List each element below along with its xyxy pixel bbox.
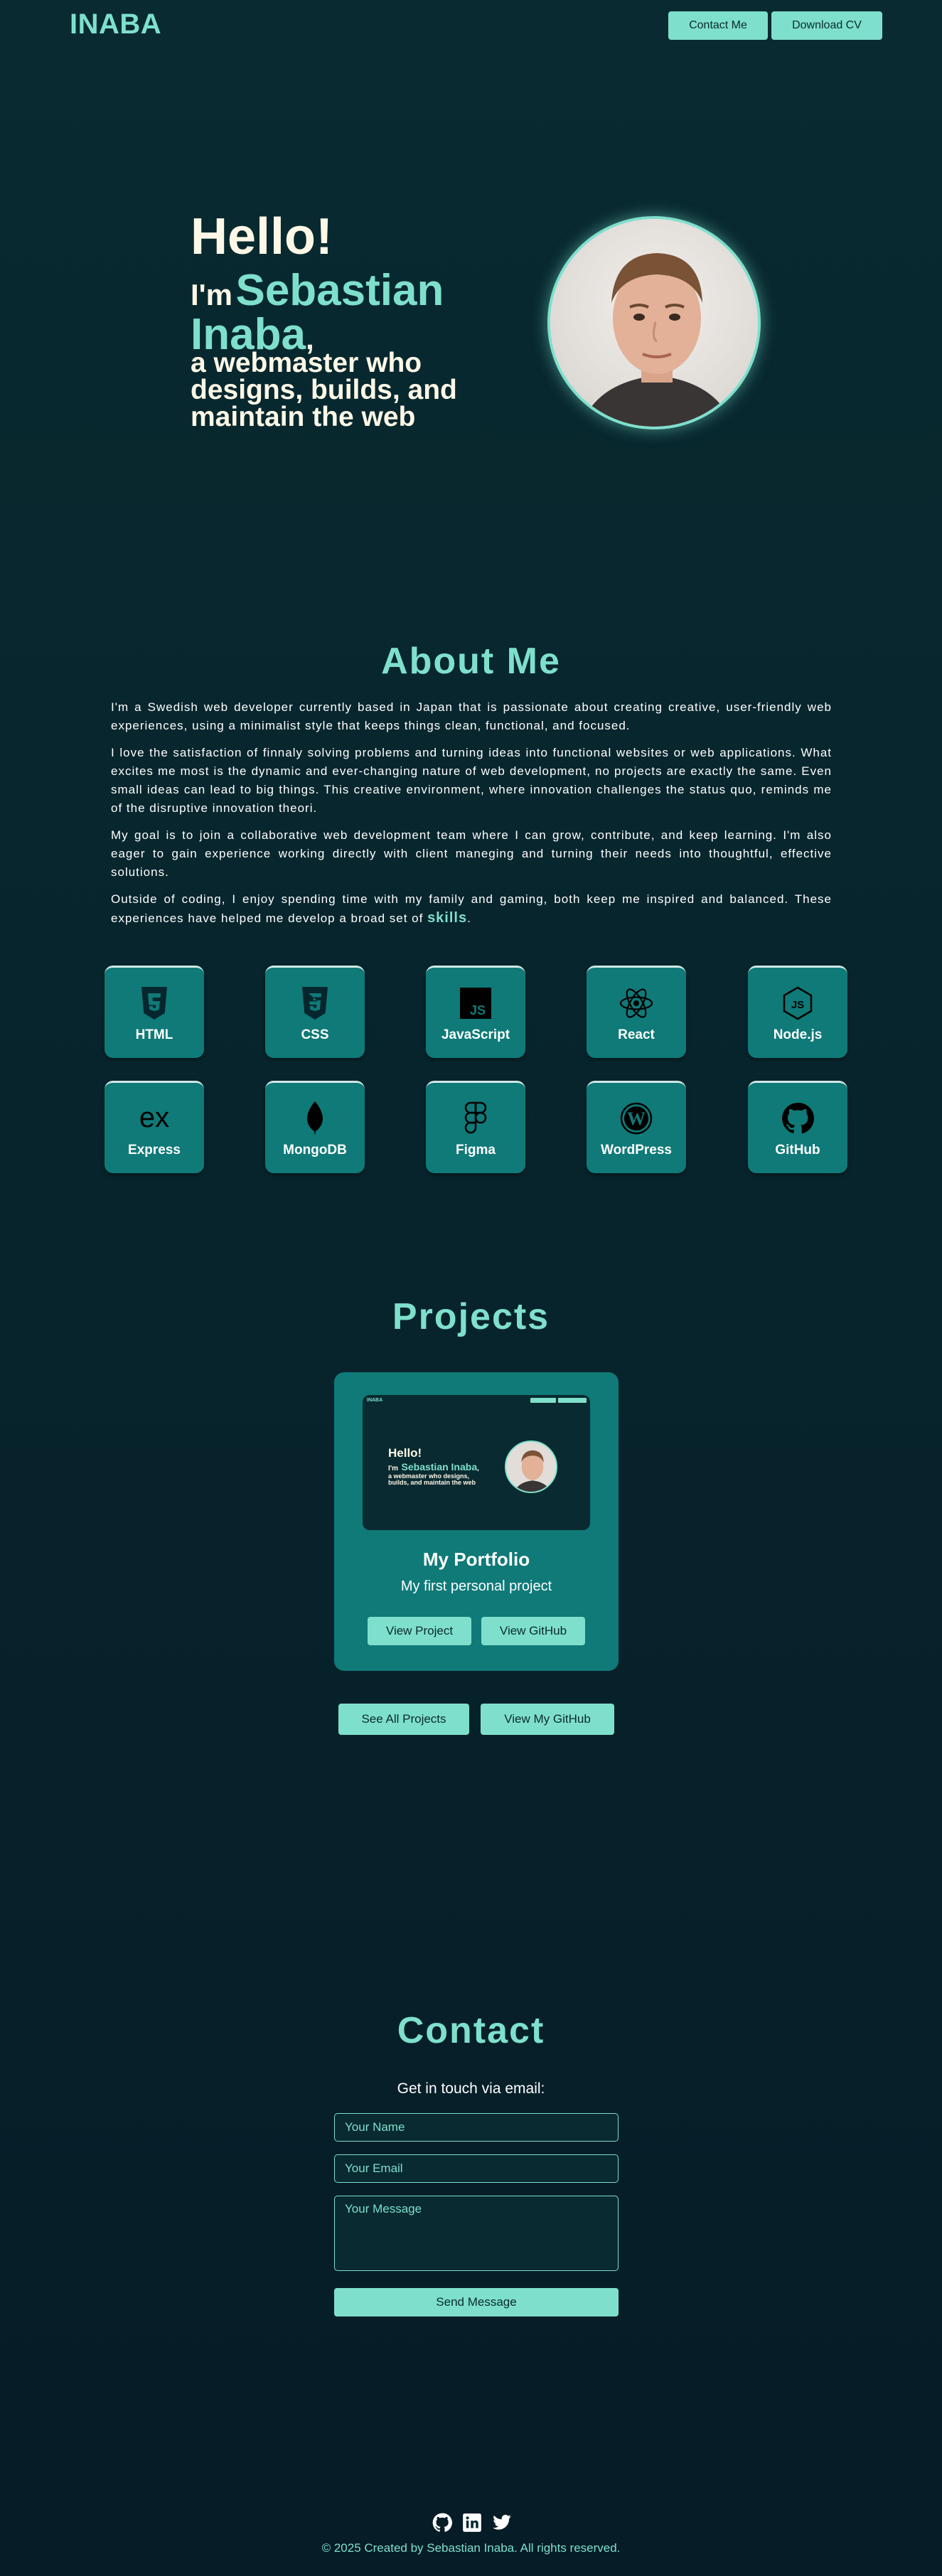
skill-card-react: React <box>587 966 686 1058</box>
hero-intro: I'm Sebastian Inaba, <box>191 269 489 357</box>
email-input[interactable] <box>334 2154 619 2183</box>
skill-card-html: HTML <box>105 966 204 1058</box>
skill-label: Figma <box>456 1143 496 1158</box>
about-paragraph-3: My goal is to join a collaborative web d… <box>111 828 832 879</box>
project-preview-image[interactable]: INABA Hello! I'm Sebastian Inaba, a webm… <box>363 1395 590 1530</box>
view-project-button[interactable]: View Project <box>368 1617 471 1645</box>
about-paragraph-1: I'm a Swedish web developer currently ba… <box>111 700 832 732</box>
name-input[interactable] <box>334 2113 619 2142</box>
contact-me-button[interactable]: Contact Me <box>668 11 768 40</box>
skill-card-figma: Figma <box>426 1081 525 1173</box>
svg-text:ex: ex <box>139 1104 169 1133</box>
skill-card-express: ex Express <box>105 1081 204 1173</box>
contact-subtitle: Get in touch via email: <box>397 2080 545 2097</box>
view-github-button[interactable]: View GitHub <box>481 1617 585 1645</box>
projects-title: Projects <box>392 1296 550 1337</box>
css3-icon <box>265 986 365 1020</box>
skill-label: Node.js <box>773 1027 823 1042</box>
about-text: I'm a Swedish web developer currently ba… <box>111 698 832 936</box>
svg-text:W: W <box>627 1108 646 1129</box>
svg-text:JS: JS <box>791 999 804 1011</box>
download-cv-button[interactable]: Download CV <box>771 11 882 40</box>
social-links <box>432 2513 518 2534</box>
skill-card-javascript: JS JavaScript <box>426 966 525 1058</box>
site-logo[interactable]: INABA <box>70 9 161 41</box>
skill-label: MongoDB <box>283 1143 347 1158</box>
about-title: About Me <box>381 641 561 682</box>
mongodb-icon <box>265 1101 365 1135</box>
about-paragraph-2: I love the satisfaction of finnaly solvi… <box>111 746 832 815</box>
javascript-icon: JS <box>426 986 525 1020</box>
skill-label: JavaScript <box>441 1027 510 1042</box>
message-input[interactable] <box>334 2196 619 2271</box>
svg-text:JS: JS <box>470 1003 486 1017</box>
github-icon <box>748 1101 847 1135</box>
express-icon: ex <box>105 1101 204 1135</box>
hero-im: I'm <box>191 278 233 311</box>
hero-hello: Hello! <box>191 208 333 265</box>
react-icon <box>587 986 686 1020</box>
see-all-projects-button[interactable]: See All Projects <box>338 1704 469 1735</box>
site-header: INABA Contact Me Download CV <box>0 0 942 50</box>
send-message-button[interactable]: Send Message <box>334 2288 619 2316</box>
skill-label: WordPress <box>601 1143 672 1158</box>
skills-highlight: skills <box>427 910 468 926</box>
twitter-icon[interactable] <box>492 2513 512 2534</box>
skill-label: Express <box>128 1143 181 1158</box>
skill-card-github: GitHub <box>748 1081 847 1173</box>
skill-label: GitHub <box>775 1143 820 1158</box>
github-icon[interactable] <box>432 2513 452 2534</box>
hero-tagline: a webmaster who designs, builds, and mai… <box>191 348 457 432</box>
skill-label: HTML <box>135 1027 173 1042</box>
contact-title: Contact <box>397 2010 545 2051</box>
skill-label: CSS <box>301 1027 329 1042</box>
profile-avatar <box>547 216 761 429</box>
skill-card-nodejs: JS Node.js <box>748 966 847 1058</box>
skill-card-wordpress: W WordPress <box>587 1081 686 1173</box>
skill-card-css: CSS <box>265 966 365 1058</box>
nodejs-icon: JS <box>748 986 847 1020</box>
linkedin-icon[interactable] <box>462 2513 482 2534</box>
about-paragraph-4: Outside of coding, I enjoy spending time… <box>111 892 832 926</box>
project-title: My Portfolio <box>422 1549 530 1570</box>
html5-icon <box>105 986 204 1020</box>
skill-card-mongodb: MongoDB <box>265 1081 365 1173</box>
wordpress-icon: W <box>587 1101 686 1135</box>
project-card: INABA Hello! I'm Sebastian Inaba, a webm… <box>334 1372 619 1671</box>
project-description: My first personal project <box>400 1578 552 1594</box>
figma-icon <box>426 1101 525 1135</box>
view-my-github-button[interactable]: View My GitHub <box>481 1704 614 1735</box>
skill-label: React <box>618 1027 655 1042</box>
footer-copyright: © 2025 Created by Sebastian Inaba. All r… <box>321 2541 621 2555</box>
